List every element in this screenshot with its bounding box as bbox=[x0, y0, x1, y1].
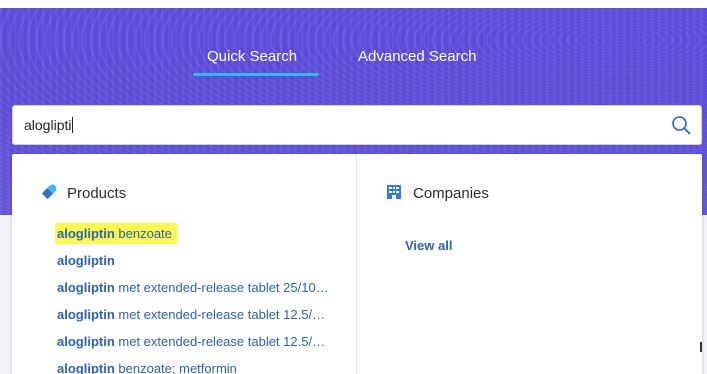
search-suggestions-dropdown: Products alogliptin benzoate alogliptin … bbox=[12, 154, 702, 374]
result-rest-text: met extended-release tablet 25/10… bbox=[114, 280, 329, 295]
search-bar[interactable]: aloglipti bbox=[12, 105, 702, 145]
search-input-value: aloglipti bbox=[24, 117, 72, 133]
tab-quick-search[interactable]: Quick Search bbox=[207, 48, 297, 65]
search-input[interactable]: aloglipti bbox=[24, 117, 74, 133]
building-icon bbox=[387, 185, 401, 199]
result-match-text: alogliptin bbox=[57, 334, 115, 349]
result-match-text: alogliptin bbox=[57, 361, 115, 374]
product-result-item[interactable]: alogliptin benzoate; metformin bbox=[57, 361, 329, 374]
cursor-mark bbox=[700, 342, 702, 352]
result-match-text: alogliptin bbox=[57, 280, 115, 295]
product-result-item[interactable]: alogliptin met extended-release tablet 1… bbox=[57, 334, 329, 361]
result-match-text: alogliptin bbox=[57, 253, 115, 268]
products-heading: Products bbox=[67, 185, 127, 202]
view-all-companies-link[interactable]: View all bbox=[405, 238, 452, 253]
result-match-text: alogliptin bbox=[57, 226, 115, 241]
active-tab-indicator bbox=[193, 73, 319, 76]
column-divider bbox=[356, 154, 357, 374]
result-rest-text: benzoate; metformin bbox=[114, 361, 237, 374]
search-icon[interactable] bbox=[671, 115, 691, 135]
product-result-item[interactable]: alogliptin met extended-release tablet 2… bbox=[57, 280, 329, 307]
product-result-item[interactable]: alogliptin benzoate bbox=[55, 223, 329, 253]
companies-heading: Companies bbox=[413, 185, 489, 202]
page: Quick Search Advanced Search aloglipti P… bbox=[0, 0, 707, 374]
result-match-text: alogliptin bbox=[57, 307, 115, 322]
result-rest-text: benzoate bbox=[114, 226, 172, 241]
tab-advanced-search[interactable]: Advanced Search bbox=[358, 48, 476, 65]
result-rest-text: met extended-release tablet 12.5/… bbox=[114, 307, 326, 322]
search-tabs: Quick Search Advanced Search bbox=[0, 48, 707, 78]
product-results-list: alogliptin benzoate alogliptin aloglipti… bbox=[55, 223, 329, 374]
pill-icon bbox=[42, 184, 57, 199]
product-result-item[interactable]: alogliptin met extended-release tablet 1… bbox=[57, 307, 329, 334]
top-strip bbox=[0, 0, 707, 8]
product-result-item[interactable]: alogliptin bbox=[57, 253, 329, 280]
text-caret bbox=[72, 117, 74, 133]
result-rest-text: met extended-release tablet 12.5/… bbox=[114, 334, 326, 349]
